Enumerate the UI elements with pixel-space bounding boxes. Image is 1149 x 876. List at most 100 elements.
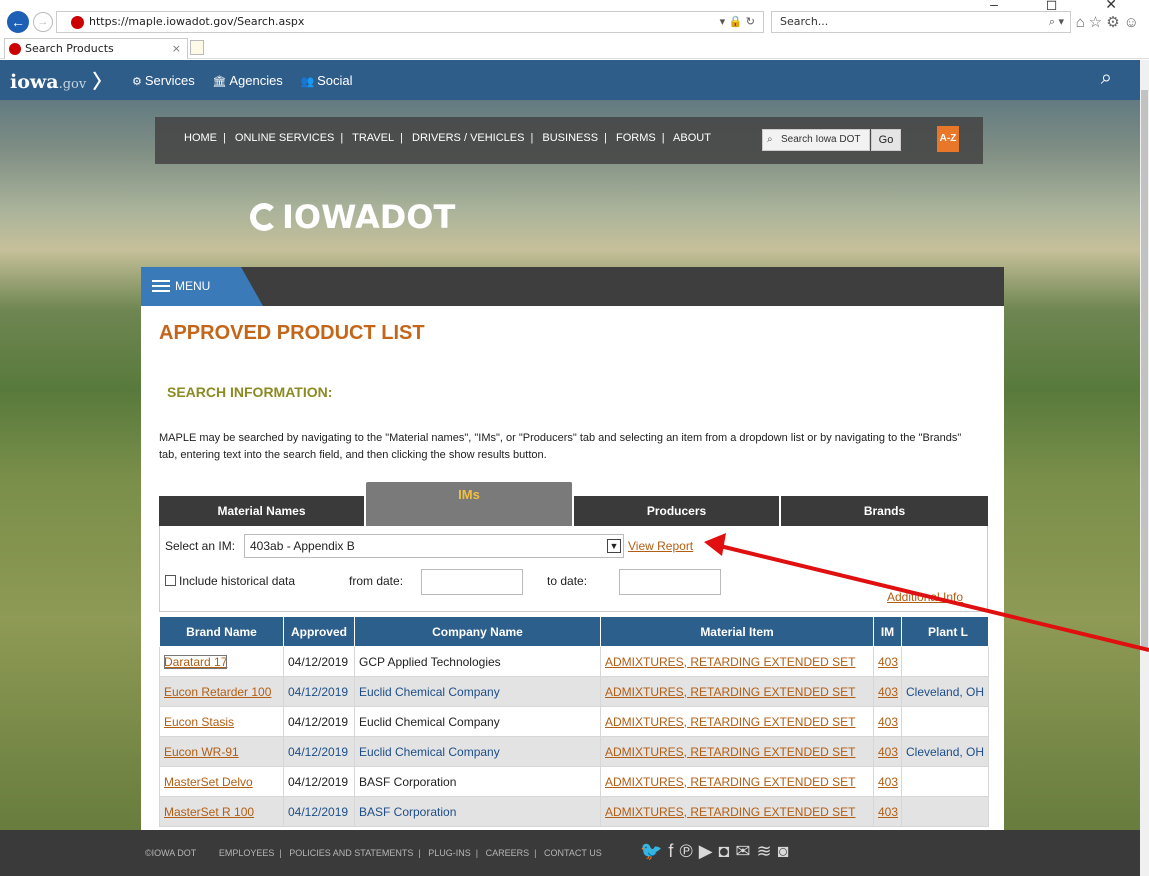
company-name: Euclid Chemical Company [354, 736, 601, 767]
brand-link[interactable]: Eucon Stasis [164, 715, 234, 729]
material-item-link[interactable]: ADMIXTURES, RETARDING EXTENDED SET [605, 775, 855, 789]
nav-drivers-vehicles[interactable]: DRIVERS / VEHICLES [412, 132, 524, 144]
from-date-label: from date: [349, 574, 404, 588]
approved-date: 04/12/2019 [283, 706, 355, 737]
hamburger-icon [152, 280, 170, 292]
page-scrollbar[interactable] [1140, 60, 1149, 876]
brand-link[interactable]: Eucon Retarder 100 [164, 685, 271, 699]
window-controls[interactable]: – ◻ ✕ [990, 0, 1139, 13]
pinterest-icon[interactable]: ℗ [679, 841, 698, 861]
tab-material-names[interactable]: Material Names [159, 496, 365, 526]
youtube-icon[interactable]: ▶ [699, 841, 719, 861]
additional-info-link[interactable]: Additional Info [887, 590, 963, 604]
browser-chrome: ← → https://maple.iowadot.gov/Search.asp… [0, 0, 1149, 59]
back-button[interactable]: ← [7, 11, 29, 33]
im-link[interactable]: 403 [878, 745, 898, 759]
material-item-link[interactable]: ADMIXTURES, RETARDING EXTENDED SET [605, 715, 855, 729]
nav-home[interactable]: HOME [184, 132, 217, 144]
nav-agencies[interactable]: 🏛 Agencies [212, 73, 282, 88]
iowa-dot-logo[interactable]: IOWADOT [250, 198, 455, 236]
table-header-row: Brand Name Approved Company Name Materia… [159, 616, 989, 647]
material-item-link[interactable]: ADMIXTURES, RETARDING EXTENDED SET [605, 745, 855, 759]
table-row: Daratard 17 04/12/2019 GCP Applied Techn… [159, 646, 989, 677]
chevron-down-icon[interactable]: ▼ [607, 539, 621, 553]
brand-link[interactable]: Daratard 17 [164, 654, 228, 669]
col-im[interactable]: IM [873, 616, 902, 647]
company-name: GCP Applied Technologies [354, 646, 601, 677]
im-select[interactable]: 403ab - Appendix B ▼ [244, 534, 624, 558]
col-material-item[interactable]: Material Item [600, 616, 874, 647]
material-item-link[interactable]: ADMIXTURES, RETARDING EXTENDED SET [605, 805, 855, 819]
im-link[interactable]: 403 [878, 685, 898, 699]
nav-forms[interactable]: FORMS [616, 132, 656, 144]
dot-nav-links: HOME | ONLINE SERVICES | TRAVEL | DRIVERS /… [184, 132, 711, 144]
topbar-nav: ⚙ Services 🏛 Agencies 👥 Social [132, 73, 367, 88]
go-button[interactable]: Go [871, 129, 901, 151]
nav-social[interactable]: 👥 Social [300, 73, 352, 88]
brand-link[interactable]: MasterSet R 100 [164, 805, 254, 819]
forward-button[interactable]: → [33, 12, 53, 32]
footer-link-policies[interactable]: POLICIES AND STATEMENTS [289, 848, 413, 858]
nav-about[interactable]: ABOUT [673, 132, 711, 144]
footer-link-contact[interactable]: CONTACT US [544, 848, 602, 858]
close-icon[interactable]: × [172, 39, 181, 59]
instagram-icon[interactable]: ◘ [719, 841, 736, 861]
approved-date: 04/12/2019 [283, 736, 355, 767]
search-icon[interactable]: ⌕ [1101, 67, 1112, 90]
twitter-icon[interactable]: 🐦 [640, 841, 668, 861]
col-brand-name[interactable]: Brand Name [159, 616, 284, 647]
a-z-button[interactable]: A-Z [937, 126, 959, 152]
new-tab-button[interactable] [190, 40, 204, 55]
scrollbar-thumb[interactable] [1141, 90, 1148, 650]
from-date-input[interactable] [421, 569, 523, 595]
menu-button[interactable]: MENU [141, 267, 263, 306]
company-name: BASF Corporation [354, 796, 601, 827]
brand-link[interactable]: Eucon WR-91 [164, 745, 239, 759]
tab-brands[interactable]: Brands [781, 496, 988, 526]
nav-services[interactable]: ⚙ Services [132, 73, 195, 88]
address-controls[interactable]: ▾ 🔒 ↻ [720, 12, 755, 32]
address-bar[interactable]: https://maple.iowadot.gov/Search.aspx ▾ … [56, 11, 764, 33]
facebook-icon[interactable]: f [668, 841, 679, 861]
tab-ims[interactable]: IMs [366, 482, 573, 526]
intro-text: MAPLE may be searched by navigating to t… [159, 432, 962, 461]
table-row: Eucon WR-91 04/12/2019 Euclid Chemical C… [159, 736, 989, 767]
approved-date: 04/12/2019 [283, 796, 355, 827]
approved-date: 04/12/2019 [283, 676, 355, 707]
im-link[interactable]: 403 [878, 655, 898, 669]
email-icon[interactable]: ✉ [735, 841, 756, 861]
nav-business[interactable]: BUSINESS [542, 132, 598, 144]
footer-link-careers[interactable]: CAREERS [486, 848, 530, 858]
to-date-input[interactable] [619, 569, 721, 595]
browser-tab[interactable]: Search Products × [4, 38, 188, 59]
browser-search-input[interactable]: Search... ⌕ ▾ [771, 11, 1071, 33]
nav-online-services[interactable]: ONLINE SERVICES [235, 132, 334, 144]
tab-producers[interactable]: Producers [574, 496, 780, 526]
android-icon[interactable]: ◙ [778, 841, 795, 861]
nav-travel[interactable]: TRAVEL [352, 132, 394, 144]
historical-data-checkbox[interactable] [165, 575, 176, 586]
people-icon: 👥 [300, 76, 315, 88]
iowa-gov-logo[interactable]: iowa.gov 〉 [10, 67, 112, 94]
dot-search-input[interactable]: ⌕ Search Iowa DOT [762, 129, 870, 151]
material-item-link[interactable]: ADMIXTURES, RETARDING EXTENDED SET [605, 655, 855, 669]
col-company-name[interactable]: Company Name [354, 616, 601, 647]
im-link[interactable]: 403 [878, 775, 898, 789]
plant-location [901, 706, 989, 737]
col-approved[interactable]: Approved [283, 616, 355, 647]
col-plant-location[interactable]: Plant L [901, 616, 989, 647]
brand-link[interactable]: MasterSet Delvo [164, 775, 253, 789]
search-icon[interactable]: ⌕ ▾ [1049, 12, 1064, 32]
rss-icon[interactable]: ≋ [757, 841, 778, 861]
footer-link-employees[interactable]: EMPLOYEES [219, 848, 275, 858]
footer-link-plugins[interactable]: PLUG-INS [428, 848, 471, 858]
material-item-link[interactable]: ADMIXTURES, RETARDING EXTENDED SET [605, 685, 855, 699]
im-link[interactable]: 403 [878, 715, 898, 729]
table-row: MasterSet R 100 04/12/2019 BASF Corporat… [159, 796, 989, 827]
im-link[interactable]: 403 [878, 805, 898, 819]
building-icon: 🏛 [212, 76, 227, 88]
toolbar-icons[interactable]: ⌂☆⚙☺ [1076, 13, 1143, 31]
historical-data-option[interactable]: Include historical data [165, 574, 295, 588]
view-report-link[interactable]: View Report [628, 539, 693, 553]
search-icon: ⌕ [767, 134, 773, 145]
